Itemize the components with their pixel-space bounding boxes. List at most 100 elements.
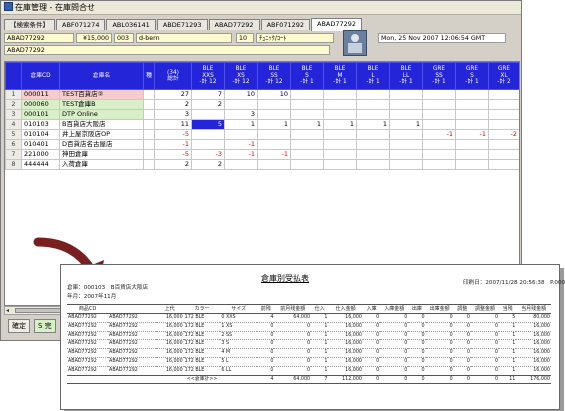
quantity-cell[interactable]	[422, 109, 456, 120]
size-header[interactable]: GRE SS -計 1	[422, 62, 456, 90]
quantity-cell[interactable]	[356, 139, 390, 150]
stamp-icon[interactable]	[343, 30, 367, 56]
row-number[interactable]: 3	[5, 109, 22, 120]
tab-product[interactable]: ABF071292	[260, 19, 311, 30]
size-header[interactable]: GRE XL -計 2	[488, 62, 519, 90]
tab-product[interactable]: ABDE71293	[156, 19, 208, 30]
quantity-cell[interactable]	[191, 109, 225, 120]
quantity-cell[interactable]	[323, 129, 357, 140]
quantity-cell[interactable]	[143, 139, 155, 150]
row-number[interactable]: 6	[5, 139, 22, 150]
quantity-cell[interactable]	[389, 139, 423, 150]
quantity-cell[interactable]	[422, 119, 456, 130]
quantity-cell[interactable]	[488, 89, 519, 100]
quantity-cell[interactable]: 5	[191, 119, 225, 130]
quantity-cell[interactable]	[488, 99, 519, 110]
quantity-cell[interactable]	[143, 159, 155, 170]
row-number[interactable]: 2	[5, 99, 22, 110]
quantity-cell[interactable]	[422, 89, 456, 100]
grid-row[interactable]: 4 010103 B百貨店大阪店 11 5 1 1 1 1 1 1	[5, 119, 519, 130]
quantity-cell[interactable]	[323, 109, 357, 120]
total-cell[interactable]: -5	[154, 129, 192, 140]
quantity-cell[interactable]	[290, 89, 324, 100]
quantity-cell[interactable]	[455, 119, 489, 130]
quantity-cell[interactable]	[257, 139, 291, 150]
grid-row[interactable]: 7 221000 神田倉庫 -5 -3 -1 -1	[5, 149, 519, 160]
quantity-cell[interactable]: -3	[191, 149, 225, 160]
grid-row[interactable]: 2 000060 TEST倉庫B 2 2	[5, 99, 519, 110]
quantity-cell[interactable]: -1	[224, 139, 258, 150]
quantity-cell[interactable]	[224, 129, 258, 140]
grid-row[interactable]: 5 010104 井上屋京阪店OP -5 -1 -1 -2	[5, 129, 519, 140]
row-number[interactable]: 4	[5, 119, 22, 130]
quantity-cell[interactable]	[257, 159, 291, 170]
total-cell[interactable]: 3	[154, 109, 192, 120]
warehouse-code-cell[interactable]: 000011	[21, 89, 60, 100]
warehouse-code-cell[interactable]: 010104	[21, 129, 60, 140]
quantity-cell[interactable]	[488, 139, 519, 150]
size-header[interactable]: BLE XS -計 12	[224, 62, 258, 90]
quantity-cell[interactable]	[356, 89, 390, 100]
warehouse-code-cell[interactable]: 010401	[21, 139, 60, 150]
quantity-cell[interactable]	[290, 149, 324, 160]
quantity-cell[interactable]: -2	[488, 129, 519, 140]
warehouse-name-cell[interactable]: 井上屋京阪店OP	[59, 129, 144, 140]
quantity-cell[interactable]: 1	[389, 119, 423, 130]
grid-row[interactable]: 6 010401 D百貨店名古屋店 -1 -1	[5, 139, 519, 150]
quantity-cell[interactable]	[455, 109, 489, 120]
quantity-cell[interactable]: -1	[455, 129, 489, 140]
warehouse-code-cell[interactable]: 000101	[21, 109, 60, 120]
total-header[interactable]: (34) 総計	[154, 62, 192, 90]
quantity-cell[interactable]	[356, 109, 390, 120]
warehouse-name-header[interactable]: 倉庫名	[59, 62, 144, 90]
quantity-cell[interactable]: -1	[422, 129, 456, 140]
warehouse-code-header[interactable]: 倉庫CD	[21, 62, 60, 90]
quantity-cell[interactable]	[389, 99, 423, 110]
quantity-cell[interactable]: 2	[191, 99, 225, 110]
quantity-cell[interactable]	[389, 89, 423, 100]
quantity-cell[interactable]	[422, 99, 456, 110]
quantity-cell[interactable]	[389, 149, 423, 160]
quantity-cell[interactable]: 1	[356, 119, 390, 130]
quantity-cell[interactable]	[488, 109, 519, 120]
warehouse-name-cell[interactable]: 神田倉庫	[59, 149, 144, 160]
quantity-cell[interactable]	[143, 99, 155, 110]
quantity-cell[interactable]	[455, 139, 489, 150]
quantity-cell[interactable]	[488, 149, 519, 160]
quantity-cell[interactable]	[455, 149, 489, 160]
type-header[interactable]: 種	[143, 62, 155, 90]
quantity-cell[interactable]	[290, 99, 324, 110]
quantity-cell[interactable]	[389, 109, 423, 120]
total-cell[interactable]: -5	[154, 149, 192, 160]
quantity-cell[interactable]	[389, 159, 423, 170]
warehouse-name-cell[interactable]: DTP Online	[59, 109, 144, 120]
size-header[interactable]: BLE SS -計 12	[257, 62, 291, 90]
grid-row[interactable]: 1 000011 TEST百貨店② 27 7 10 10	[5, 89, 519, 100]
warehouse-name-cell[interactable]: D百貨店名古屋店	[59, 139, 144, 150]
quantity-cell[interactable]	[455, 159, 489, 170]
warehouse-name-cell[interactable]: TEST倉庫B	[59, 99, 144, 110]
tab-product[interactable]: ABAD77292	[208, 19, 260, 30]
quantity-cell[interactable]	[323, 149, 357, 160]
quantity-cell[interactable]: 3	[224, 109, 258, 120]
category-name-field[interactable]: ﾁｭﾆｯｸ/ｺｰﾄ	[256, 33, 334, 43]
quantity-cell[interactable]	[224, 159, 258, 170]
quantity-cell[interactable]: 1	[323, 119, 357, 130]
quantity-cell[interactable]: 7	[191, 89, 225, 100]
color-name-field[interactable]: d-bern	[136, 33, 232, 43]
size-header[interactable]: BLE M -計 1	[323, 62, 357, 90]
quantity-cell[interactable]	[356, 159, 390, 170]
quantity-cell[interactable]	[143, 119, 155, 130]
quantity-cell[interactable]	[257, 99, 291, 110]
size-header[interactable]: BLE L -計 1	[356, 62, 390, 90]
quantity-cell[interactable]	[422, 149, 456, 160]
warehouse-name-cell[interactable]: TEST百貨店②	[59, 89, 144, 100]
quantity-cell[interactable]	[323, 159, 357, 170]
product-code-field[interactable]: ABAD77292	[4, 33, 74, 43]
grid-row[interactable]: 8 444444 入荷倉庫 2 2	[5, 159, 519, 170]
warehouse-code-cell[interactable]: 000060	[21, 99, 60, 110]
quantity-cell[interactable]	[143, 109, 155, 120]
quantity-cell[interactable]	[323, 89, 357, 100]
grid-row[interactable]: 3 000101 DTP Online 3 3	[5, 109, 519, 120]
quantity-cell[interactable]	[191, 129, 225, 140]
